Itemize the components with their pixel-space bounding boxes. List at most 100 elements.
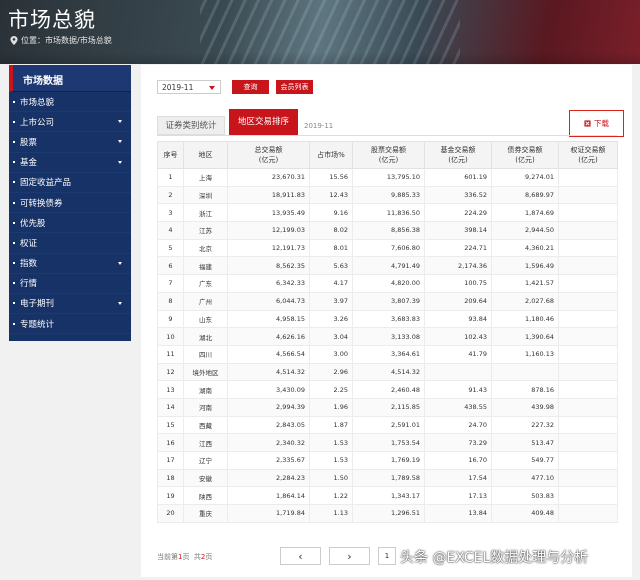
sidebar-item[interactable]: 上市公司	[9, 112, 131, 133]
table-cell: 四川	[183, 344, 228, 364]
download-button[interactable]: 下载	[569, 110, 624, 137]
sidebar-item[interactable]: 市场总貌	[9, 92, 131, 113]
region-trade-table: 序号 地区 总交易额 (亿元) 占市场% 股票交易额 (亿元) 基金交易额 (亿元) 债券交…	[157, 141, 618, 523]
sidebar-item[interactable]: 基金	[9, 153, 131, 173]
table-cell: 3,364.61	[352, 344, 425, 364]
table-cell: 14	[157, 397, 184, 417]
bullet-icon	[13, 201, 15, 204]
table-cell	[558, 468, 618, 488]
table-cell: 1.87	[309, 415, 353, 435]
table-cell: 2,027.68	[491, 291, 559, 311]
pagination-unit-2: 页	[205, 553, 213, 561]
table-cell: 13,935.49	[227, 203, 310, 223]
table-cell	[558, 433, 618, 452]
breadcrumb: 位置：市场数据/市场总貌	[10, 35, 112, 46]
sidebar-item[interactable]: 行情	[9, 274, 131, 294]
next-page-button[interactable]: ›	[329, 547, 370, 565]
table-cell: 8.02	[309, 221, 353, 240]
table-cell: 11	[157, 344, 184, 364]
table-cell: 24.70	[424, 415, 492, 435]
table-row: 8 广州 6,044.73 3.97 3,807.39 209.64 2,027.68	[157, 291, 618, 311]
table-cell: 2.25	[309, 380, 353, 399]
table-row: 14 河南 2,994.39 1.96 2,115.85 438.55 439.98	[157, 397, 618, 417]
excel-file-icon	[584, 120, 591, 127]
table-cell: 8.01	[309, 238, 353, 258]
table-cell	[424, 362, 492, 382]
table-row: 15 西藏 2,843.05 1.87 2,591.01 24.70 227.32	[157, 415, 618, 435]
table-cell	[558, 274, 618, 293]
table-cell: 1.22	[309, 486, 353, 506]
table-cell: 227.32	[491, 415, 559, 435]
table-cell: 山东	[183, 309, 228, 329]
prev-page-button[interactable]: ‹	[280, 547, 321, 565]
table-cell: 2,340.32	[227, 433, 310, 452]
table-cell	[491, 362, 559, 382]
sidebar-item[interactable]: 电子期刊	[9, 294, 131, 315]
sidebar-item-label: 专题统计	[20, 319, 55, 330]
column-header: 序号	[157, 141, 184, 169]
table-row: 10 湖北 4,626.16 3.04 3,133.08 102.43 1,390.64	[157, 327, 618, 346]
table-cell: 1,753.54	[352, 433, 425, 452]
table-row: 9 山东 4,958.15 3.26 3,683.83 93.84 1,180.46	[157, 309, 618, 329]
table-cell: 6,342.33	[227, 274, 310, 293]
sidebar-item-label: 电子期刊	[20, 299, 55, 310]
sidebar-item[interactable]: 固定收益产品	[9, 173, 131, 193]
sidebar-item[interactable]: 可转换债券	[9, 193, 131, 214]
page-number-input[interactable]: 1	[378, 547, 396, 565]
chevron-right-icon: ›	[347, 549, 352, 563]
table-cell: 8	[157, 291, 184, 311]
table-cell	[558, 256, 618, 276]
breadcrumb-text[interactable]: 位置：市场数据/市场总貌	[21, 35, 112, 46]
table-cell: 513.47	[491, 433, 559, 452]
table-cell: 江苏	[183, 221, 228, 240]
sidebar-item-label: 权证	[20, 238, 38, 249]
member-list-button[interactable]: 会员列表	[276, 80, 313, 94]
table-cell: 91.43	[424, 380, 492, 399]
table-cell: 辽宁	[183, 451, 228, 470]
bullet-icon	[13, 322, 15, 325]
table-cell: 2,460.48	[352, 380, 425, 399]
tab-security-category-stats[interactable]: 证券类别统计	[157, 116, 225, 135]
table-cell: 398.14	[424, 221, 492, 240]
sidebar-item-label: 行情	[20, 279, 38, 290]
month-select[interactable]: 2019-11	[157, 80, 221, 94]
table-cell: 江西	[183, 433, 228, 452]
column-header: 债券交易额 (亿元)	[491, 141, 559, 169]
table-cell: 3,807.39	[352, 291, 425, 311]
sidebar-item[interactable]: 权证	[9, 233, 131, 254]
table-row: 2 深圳 18,911.83 12.43 9,885.33 336.52 8,689.97	[157, 185, 618, 205]
sidebar-item[interactable]: 股票	[9, 132, 131, 153]
table-cell	[558, 327, 618, 346]
table-cell: 2,994.39	[227, 397, 310, 417]
sidebar-item-label: 上市公司	[20, 117, 55, 128]
table-cell: 9,274.01	[491, 168, 559, 187]
sidebar-item[interactable]: 指数	[9, 254, 131, 274]
sidebar-item-label: 优先股	[20, 218, 46, 229]
table-cell: 2,843.05	[227, 415, 310, 435]
table-cell: 福建	[183, 256, 228, 276]
table-cell: 上海	[183, 168, 228, 187]
location-pin-icon	[10, 36, 18, 45]
tab-region-trade-ranking[interactable]: 地区交易排序	[229, 109, 298, 135]
sidebar-item[interactable]: 专题统计	[9, 314, 131, 335]
table-cell: 1,421.57	[491, 274, 559, 293]
column-header: 权证交易额 (亿元)	[558, 141, 618, 169]
table-cell: 3,133.08	[352, 327, 425, 346]
table-cell: 1,874.69	[491, 203, 559, 223]
table-cell	[558, 362, 618, 382]
table-cell: 16	[157, 433, 184, 452]
sidebar-item[interactable]: 优先股	[9, 213, 131, 234]
table-cell: 4,820.00	[352, 274, 425, 293]
query-button[interactable]: 查询	[232, 80, 269, 94]
table-cell: 1,719.84	[227, 504, 310, 523]
table-cell: 1.53	[309, 433, 353, 452]
table-row: 11 四川 4,566.54 3.00 3,364.61 41.79 1,160.13	[157, 344, 618, 364]
table-cell: 2,284.23	[227, 468, 310, 488]
table-row: 12 境外地区 4,514.32 2.96 4,514.32	[157, 362, 618, 382]
bullet-icon	[13, 221, 15, 224]
table-cell: 4,626.16	[227, 327, 310, 346]
pagination-total-prefix: 共	[193, 553, 201, 561]
table-cell: 3.26	[309, 309, 353, 329]
tab-divider	[157, 135, 617, 136]
bullet-icon	[13, 140, 15, 143]
